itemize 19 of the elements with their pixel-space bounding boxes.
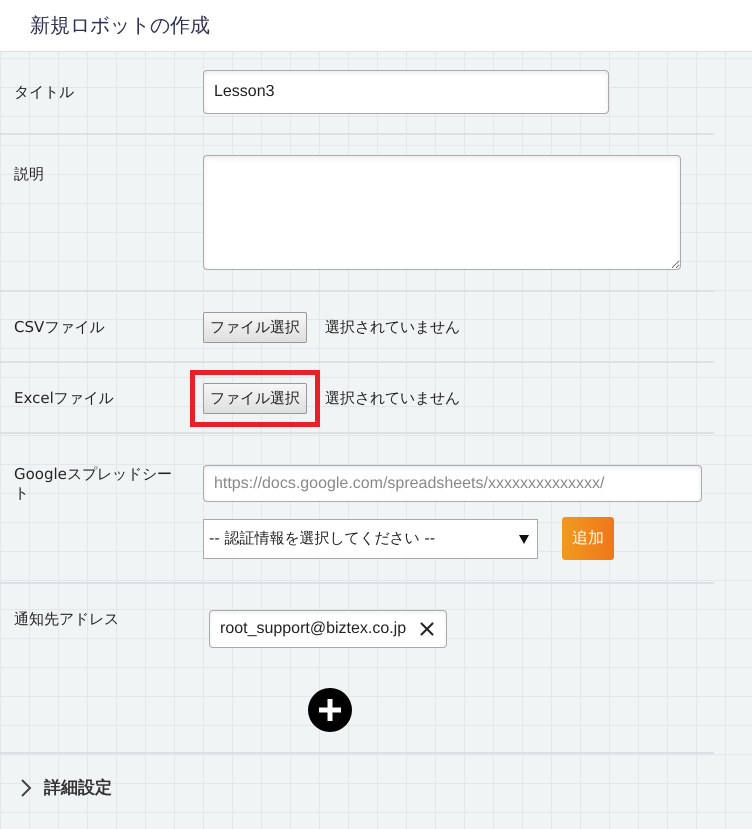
file-select-button[interactable]: ファイル選択 (203, 383, 307, 414)
field-label: 通知先アドレス (13, 610, 120, 629)
file-status: 選択されていません (325, 318, 460, 337)
email-text: root_support@biztex.co.jp (220, 620, 406, 638)
details-toggle[interactable]: 詳細設定 (0, 754, 112, 799)
field-label: タイトル (13, 82, 75, 102)
page-title: 新規ロボットの作成 (30, 12, 210, 39)
add-icon[interactable] (308, 688, 352, 732)
field-label: Excelファイル (13, 389, 115, 408)
title-field[interactable]: Lesson3 (203, 70, 609, 114)
url-field[interactable]: https://docs.google.com/spreadsheets/xxxxxxxxxxxxxx/ (203, 465, 702, 502)
file-select-button[interactable]: ファイル選択 (203, 312, 307, 343)
description-field[interactable] (203, 155, 681, 270)
field-label: 説明 (13, 164, 45, 184)
dropdown-caret-icon (519, 534, 529, 544)
credential-select[interactable]: -- 認証情報を選択してください -- (203, 518, 538, 558)
field-label: Googleスプレッドシート (13, 465, 173, 503)
field-label: CSVファイル (13, 318, 106, 337)
file-status: 選択されていません (325, 389, 460, 408)
